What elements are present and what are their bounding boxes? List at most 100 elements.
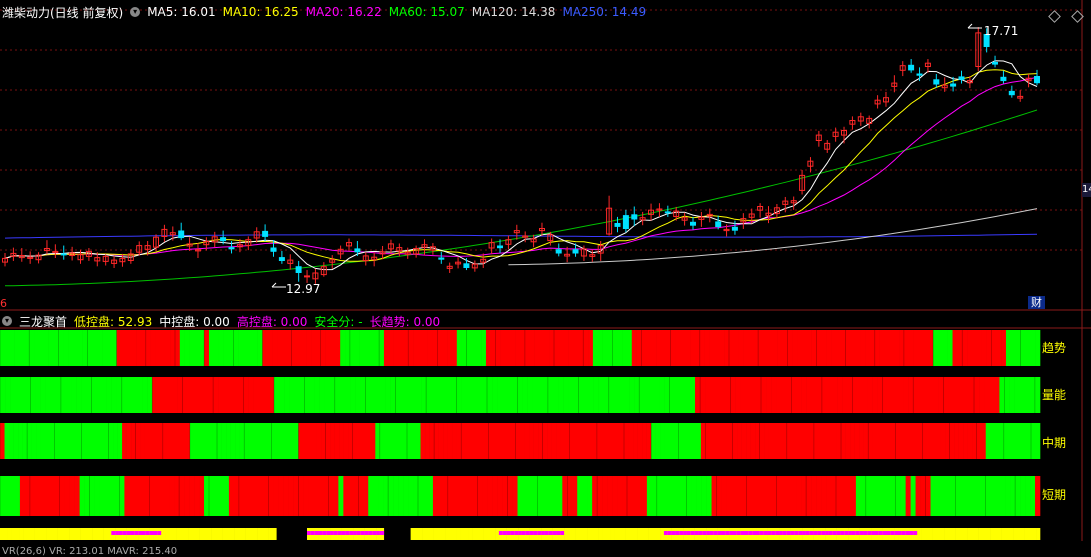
candlestick[interactable] xyxy=(681,212,688,226)
candlestick[interactable] xyxy=(690,216,696,230)
candlestick[interactable] xyxy=(883,91,889,107)
candlestick[interactable] xyxy=(119,253,126,267)
candlestick[interactable] xyxy=(648,203,654,221)
candlestick[interactable] xyxy=(35,252,42,264)
candlestick[interactable] xyxy=(606,195,613,236)
candlestick[interactable] xyxy=(438,251,445,264)
candlestick[interactable] xyxy=(102,254,109,266)
signal-bar-marker xyxy=(529,531,534,535)
indicator-chart[interactable] xyxy=(0,311,1091,551)
candlestick[interactable] xyxy=(933,74,940,88)
candlestick[interactable] xyxy=(698,211,705,227)
midterm-row-cell xyxy=(669,423,675,459)
candlestick[interactable] xyxy=(387,239,394,254)
candlestick[interactable] xyxy=(731,220,738,235)
candlestick[interactable] xyxy=(245,236,252,251)
candlestick[interactable] xyxy=(664,205,671,217)
collapse-indicator-icon[interactable]: ▾ xyxy=(2,316,12,326)
candlestick[interactable] xyxy=(404,247,411,259)
candlestick[interactable] xyxy=(740,213,747,229)
candlestick[interactable] xyxy=(874,95,881,109)
volume-row-cell xyxy=(674,377,681,413)
candlestick[interactable] xyxy=(622,209,629,233)
candlestick[interactable] xyxy=(413,245,420,258)
candlestick[interactable] xyxy=(530,234,537,248)
candlestick[interactable] xyxy=(899,61,906,77)
candlestick[interactable] xyxy=(857,112,864,126)
candlestick[interactable] xyxy=(43,240,50,255)
candlestick[interactable] xyxy=(1017,90,1024,102)
candlestick[interactable] xyxy=(304,270,310,283)
candlestick[interactable] xyxy=(295,260,302,282)
midterm-row-cell xyxy=(1017,423,1023,459)
candlestick[interactable] xyxy=(278,250,285,264)
candlestick[interactable] xyxy=(815,130,822,147)
candlestick[interactable] xyxy=(488,238,495,254)
candlestick[interactable] xyxy=(841,126,847,144)
candlestick[interactable] xyxy=(346,238,352,251)
candlestick[interactable] xyxy=(1034,69,1040,86)
candlestick[interactable] xyxy=(1025,74,1032,88)
candlestick[interactable] xyxy=(505,235,512,250)
candlestick[interactable] xyxy=(656,203,663,217)
candlestick[interactable] xyxy=(555,243,562,257)
candlestick[interactable] xyxy=(958,70,965,84)
volume-row-cell xyxy=(999,377,1005,413)
candlestick[interactable] xyxy=(195,243,201,259)
signal-bar-marker xyxy=(679,531,684,535)
finance-tag-button[interactable]: 财 xyxy=(1028,296,1045,309)
candlestick[interactable] xyxy=(77,249,84,264)
candlestick[interactable] xyxy=(799,169,806,195)
shortterm-row-cell xyxy=(890,476,896,516)
candlestick[interactable] xyxy=(60,245,67,260)
candlestick[interactable] xyxy=(639,211,646,226)
stock-title[interactable]: 潍柴动力(日线 前复权) xyxy=(2,4,123,21)
candlestick[interactable] xyxy=(1008,85,1015,98)
signal-bar-cell xyxy=(268,528,273,540)
midterm-row-cell xyxy=(45,423,51,459)
candlestick[interactable] xyxy=(757,203,764,218)
candlestick[interactable] xyxy=(329,255,336,269)
candlestick[interactable] xyxy=(631,206,638,227)
candlestick[interactable] xyxy=(136,241,143,256)
signal-bar-marker xyxy=(821,531,826,535)
candlestick[interactable] xyxy=(513,224,520,240)
candlestick[interactable] xyxy=(287,254,294,270)
candlestick[interactable] xyxy=(975,27,982,72)
candlestick[interactable] xyxy=(446,262,453,273)
signal-bar-marker xyxy=(694,531,699,535)
candlestick[interactable] xyxy=(27,251,34,264)
candlestick[interactable] xyxy=(262,224,269,242)
price-chart[interactable] xyxy=(0,0,1091,311)
midterm-row-cell xyxy=(9,423,14,459)
candlestick[interactable] xyxy=(111,255,118,268)
shortterm-row-cell xyxy=(79,476,85,516)
candlestick[interactable] xyxy=(924,59,931,73)
candlestick[interactable] xyxy=(832,127,839,142)
trend-row-cell xyxy=(413,330,419,366)
candlestick[interactable] xyxy=(1000,70,1007,84)
signal-bar-marker xyxy=(817,531,822,535)
candlestick[interactable] xyxy=(807,157,814,173)
candlestick[interactable] xyxy=(371,252,378,267)
candlestick[interactable] xyxy=(824,140,831,153)
midterm-row-cell xyxy=(917,423,923,459)
candlestick[interactable] xyxy=(908,59,915,73)
candlestick[interactable] xyxy=(161,224,168,242)
candlestick[interactable] xyxy=(790,196,797,210)
candlestick[interactable] xyxy=(337,245,344,259)
candlestick[interactable] xyxy=(782,196,789,213)
collapse-chart-icon[interactable]: ▾ xyxy=(130,7,141,17)
candlestick[interactable] xyxy=(178,222,185,241)
candlestick[interactable] xyxy=(471,260,478,272)
candlestick[interactable] xyxy=(480,253,487,268)
candlestick[interactable] xyxy=(52,244,59,259)
candlestick[interactable] xyxy=(2,253,8,267)
indicator-name[interactable]: 三龙聚首 xyxy=(19,313,67,330)
candlestick[interactable] xyxy=(455,257,462,269)
volume-row-cell xyxy=(903,377,909,413)
candlestick[interactable] xyxy=(849,116,856,130)
candlestick[interactable] xyxy=(362,252,369,266)
candlestick[interactable] xyxy=(765,206,772,224)
signal-bar-cell xyxy=(614,528,619,540)
